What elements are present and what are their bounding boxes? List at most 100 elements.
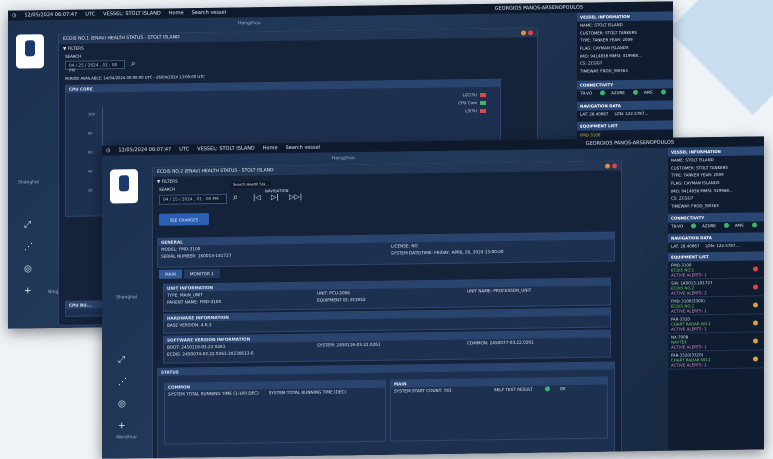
filters-toggle[interactable]: ▼ FILTERS — [157, 179, 178, 184]
self-test-dot — [544, 386, 550, 392]
software-section: SOFTWARE VERSION INFORMATION BOOT: 24501… — [163, 329, 611, 364]
status-title: STATUS — [158, 362, 614, 376]
clock-icon: ◷ — [106, 147, 111, 154]
search-vessel-link[interactable]: Search vessel — [192, 10, 226, 16]
latest-icon[interactable]: ▷▷| — [289, 193, 302, 201]
minimize-icon[interactable] — [605, 163, 610, 169]
legend-label: L2C(%) — [462, 92, 478, 98]
datetime: 12/05/2024 06:07:47 — [24, 11, 78, 19]
tab-main[interactable]: MAIN — [159, 269, 182, 279]
tab-monitor-1[interactable]: MONITOR 1 — [183, 268, 220, 279]
base-version: BASE VERSION: 4.6.3 — [167, 322, 212, 328]
common-status-box: COMMON SYSTEM TOTAL RUNNING TIME (1-100 … — [164, 379, 386, 445]
equipment-item[interactable]: S/N: 1K0013-181727 ECDIS NO.2 ACTIVE ALERT… — [668, 278, 764, 299]
health-status-panel: ECDIS NO.2 (ENAV) HEALTH STATUS - STOLT … — [152, 160, 622, 459]
ruler-icon[interactable]: ⤢ — [118, 355, 125, 365]
search-label: SEARCH — [65, 53, 82, 59]
equipment-item[interactable]: FMD-3100 ECDIS NO.1 ACTIVE ALERTS: 1 — [668, 260, 764, 281]
zoom-in-icon[interactable]: + — [24, 286, 32, 296]
longitude: LON: 122.5787... — [705, 242, 740, 249]
user-name[interactable]: GEORGIOS PANOS-ARSENOPOULOS — [495, 5, 583, 12]
filters-toggle[interactable]: ▼ FILTERS — [63, 46, 84, 51]
panel-title: ECDIS NO.1 (ENAV) HEALTH STATUS - STOLT … — [63, 35, 180, 42]
search-vessel-link[interactable]: Search vessel — [286, 145, 320, 151]
running-time-1: SYSTEM TOTAL RUNNING TIME (1-100 DEC) — [168, 390, 259, 397]
previous-icon[interactable]: |◁ — [253, 193, 261, 201]
status-dot — [632, 90, 638, 96]
connectivity-row: TR-VO AZURE AMS — [668, 222, 764, 231]
user-name[interactable]: GEORGIOS PANOS-ARSENOPOULOS — [586, 140, 674, 147]
system-date-value: SYSTEM DATE/TIME: FRIDAY, APRIL 26, 2024… — [391, 249, 504, 256]
latitude: LAT: 28.40867 — [671, 243, 700, 249]
zoom-in-icon[interactable]: + — [118, 421, 126, 431]
y-tick: 40 — [88, 169, 93, 174]
minimize-icon[interactable] — [521, 30, 526, 36]
filters-label: FILTERS — [161, 178, 178, 184]
equipment-item[interactable]: FAR-3320 CHART RADAR NO.1 ACTIVE ALERTS: 1 — [668, 314, 764, 335]
vessel-info-panel: VESSEL INFORMATION NAME: STOLT ISLAND CU… — [668, 146, 764, 451]
y-tick: 100 — [88, 112, 95, 117]
position-row: LAT: 28.40867 LON: 122.5787... — [577, 109, 673, 118]
period-text: PERIOD AVAILABLE: 14/04/2024 00:00:00 UT… — [65, 73, 205, 81]
map-label: Hangzhou — [332, 156, 355, 162]
panel-title: ECDIS NO.2 (ENAV) HEALTH STATUS - STOLT … — [157, 168, 274, 175]
vessel-timeway: TIMEWAY: FROD_SW363 — [671, 202, 719, 209]
connectivity-item: AZURE — [702, 223, 716, 229]
next-icon[interactable]: ▷| — [271, 193, 279, 201]
parent-name: PARENT NAME: FMD-3100 — [167, 298, 222, 305]
legend-swatch — [480, 100, 486, 105]
general-section: GENERAL MODEL: FMD-3100 LICENSE: NO SERIA… — [157, 231, 615, 268]
common-version: COMMON: 2450077-03.22.0261 — [467, 339, 534, 346]
search-label: SEARCH — [159, 186, 176, 192]
vessel-selector[interactable]: VESSEL: STOLT ISLAND — [197, 145, 255, 152]
main-status-box: MAIN SYSTEM START COUNT: 783 SELF TEST RE… — [390, 376, 608, 442]
y-tick: 60 — [88, 150, 93, 155]
sidebar: ⤢ ⋰ ◎ + — [8, 20, 54, 329]
search-icon[interactable]: ⌕ — [233, 193, 238, 203]
status-dot — [600, 90, 606, 96]
connectivity-item: TR-VO — [671, 223, 684, 230]
map-label: Hangzhou — [238, 21, 261, 27]
y-tick: 20 — [88, 188, 93, 193]
unit-name: UNIT NAME: PROCESSOR_UNIT — [467, 287, 532, 294]
start-count: SYSTEM START COUNT: 783 — [394, 387, 452, 394]
vessel-selector[interactable]: VESSEL: STOLT ISLAND — [103, 11, 161, 18]
date-input[interactable]: 04 / 25 / 2024 , 01 : 00 PM — [65, 60, 125, 73]
legend-label: L3(%) — [465, 108, 477, 114]
home-link[interactable]: Home — [169, 10, 184, 16]
home-link[interactable]: Home — [263, 145, 278, 151]
equipment-alerts: ACTIVE ALERTS: 1 — [671, 272, 707, 279]
unit-info-section: UNIT INFORMATION TYPE: MAIN_UNIT UNIT: PC… — [163, 277, 611, 312]
see-changes-button[interactable]: SEE CHANGES — [159, 213, 209, 226]
equipment-item[interactable]: FMD-3100(3300) ECDIS NO.2 ACTIVE ALERTS: 1 — [668, 296, 764, 317]
equipment-list: FMD-3100 ECDIS NO.1 ACTIVE ALERTS: 1 S/N: 1… — [668, 260, 764, 371]
y-tick: 80 — [88, 131, 93, 136]
equipment-item[interactable]: NX-700B NAVTEX ACTIVE ALERTS: 1 — [668, 332, 764, 353]
close-icon[interactable] — [612, 163, 617, 169]
connectivity-row: TR-VO AZURE AMS — [577, 89, 673, 98]
vessel-timeway: TIMEWAY: FROD_SW363 — [580, 67, 628, 74]
target-icon[interactable]: ◎ — [118, 399, 126, 409]
equipment-alerts: ACTIVE ALERTS: 2 — [671, 290, 707, 297]
background-decoration — [668, 0, 773, 115]
tooltip: Search Health Sta... — [231, 181, 271, 188]
self-test-label: SELF TEST RESULT — [494, 386, 533, 393]
target-icon[interactable]: ◎ — [24, 264, 32, 274]
route-icon[interactable]: ⋰ — [24, 242, 33, 252]
equipment-item[interactable]: FAR-3320(3320) CHART RADAR NO.2 ACTIVE ALE… — [668, 350, 764, 371]
route-icon[interactable]: ⋰ — [118, 377, 127, 387]
ecdis-version: ECDIS: 2450074-03.22.0261-20230613-6 — [167, 350, 254, 357]
y-axis-ticks: 100 80 60 40 20 — [88, 105, 95, 200]
date-input[interactable]: 04 / 25 / 2024 , 01 : 00 PM — [159, 193, 227, 205]
ruler-icon[interactable]: ⤢ — [24, 220, 31, 230]
connectivity-item: AMS — [734, 223, 744, 229]
equipment-id: EQUIPMENT ID: ECDIS2 — [317, 296, 366, 303]
legend-swatch — [480, 108, 486, 113]
cpu-legend: L2C(%) CPU Core L3(%) — [458, 92, 486, 116]
search-icon[interactable]: ⌕ — [131, 59, 135, 69]
equipment-alerts: ACTIVE ALERTS: 1 — [671, 326, 707, 333]
serial-value: SERIAL NUMBER: 1K0013-181727 — [161, 252, 232, 259]
close-icon[interactable] — [528, 30, 533, 36]
connectivity-item: TR-VO — [580, 90, 593, 97]
unit-tabs: MAIN MONITOR 1 — [159, 268, 220, 279]
